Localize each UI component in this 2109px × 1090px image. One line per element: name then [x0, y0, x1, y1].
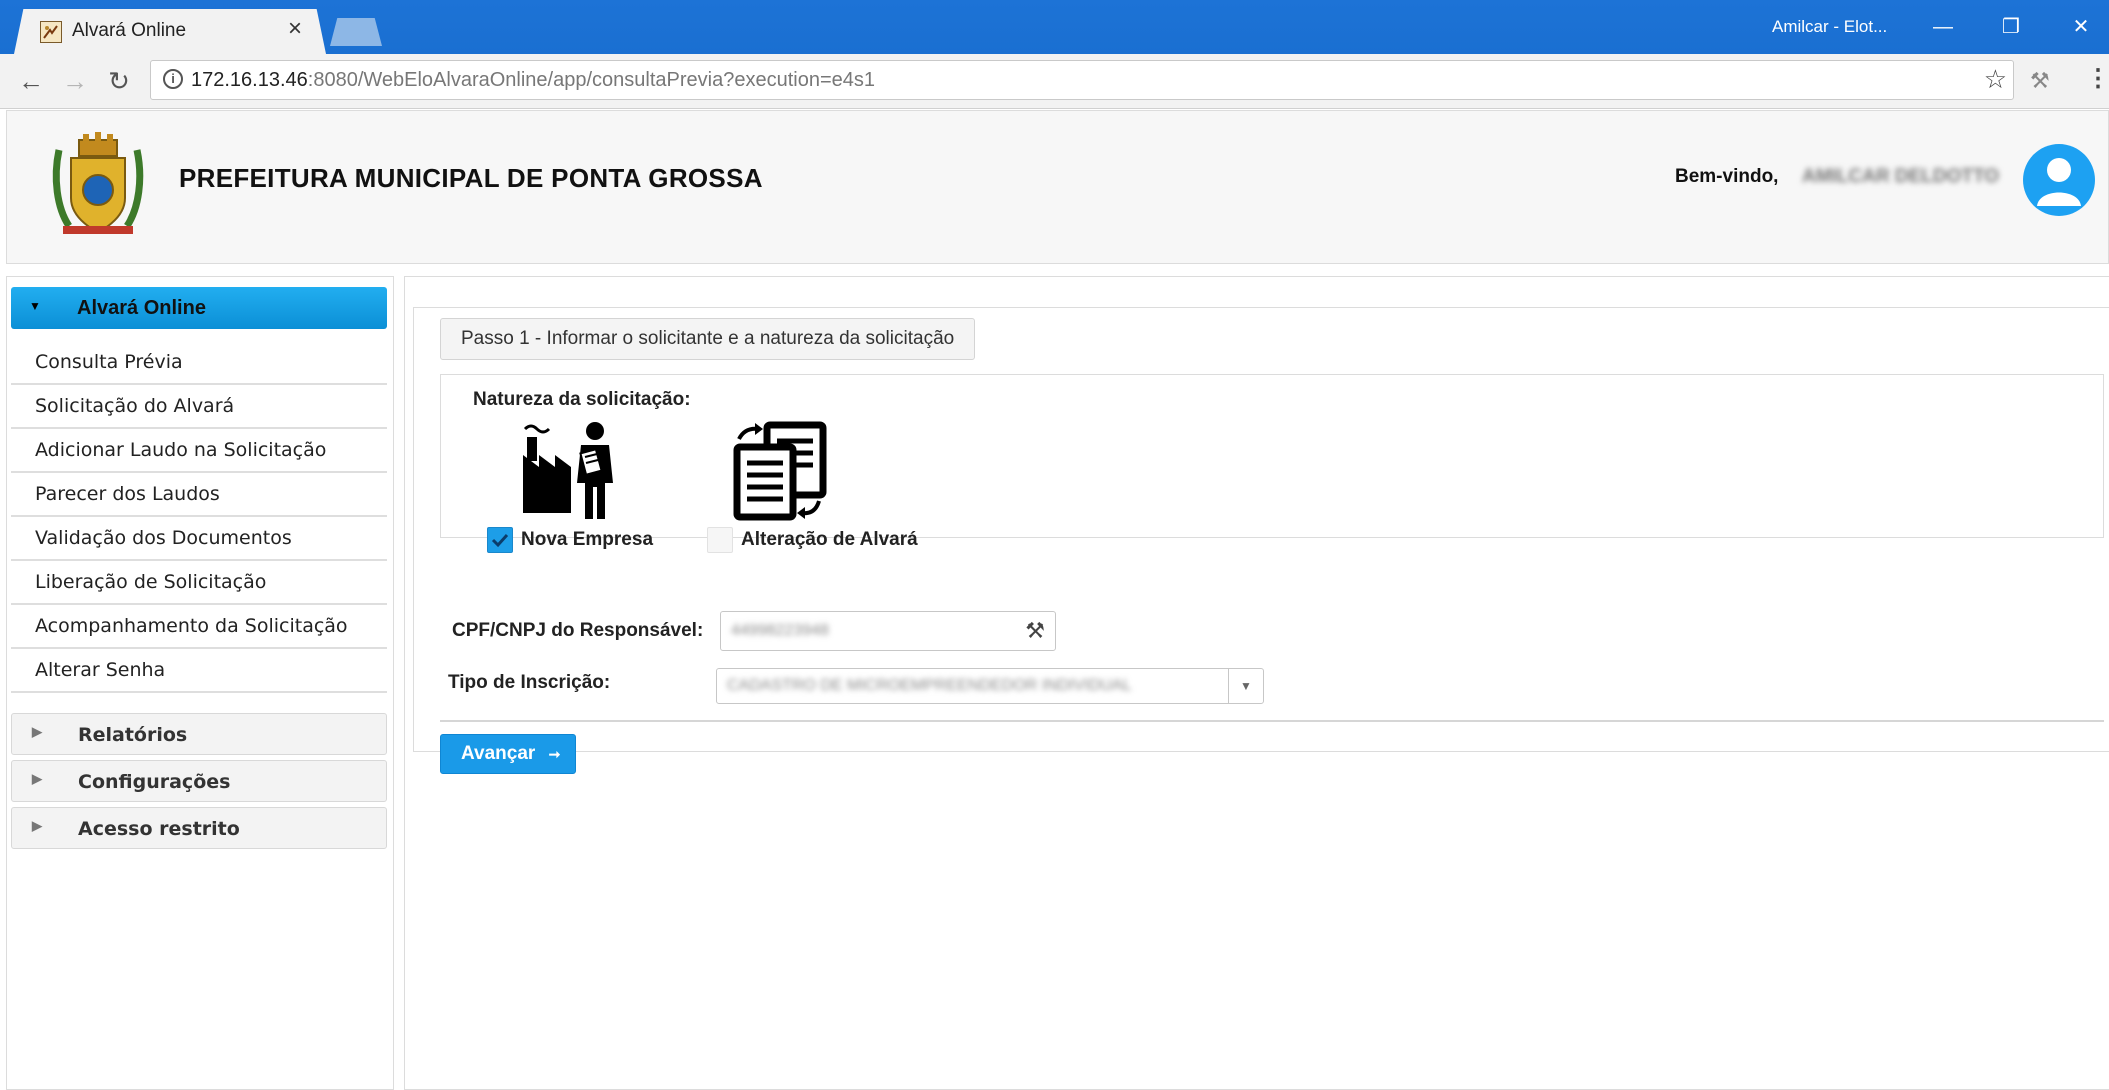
browser-tab[interactable]: Alvará Online × [14, 9, 326, 54]
url-host: 172.16.13.46 [191, 69, 308, 91]
page-header: PREFEITURA MUNICIPAL DE PONTA GROSSA Bem… [6, 110, 2109, 264]
url-text[interactable]: 172.16.13.46:8080/WebEloAlvaraOnline/app… [191, 69, 875, 92]
tab-title: Alvará Online [72, 20, 187, 41]
site-info-icon[interactable]: i [163, 69, 183, 89]
section-configuracoes[interactable]: ▶ Configurações [11, 760, 387, 802]
step-panel: Passo 1 - Informar o solicitante e a nat… [413, 307, 2109, 774]
browser-toolbar: ← → ↻ i 172.16.13.46:8080/WebEloAlvaraOn… [0, 54, 2109, 109]
address-bar[interactable]: i 172.16.13.46:8080/WebEloAlvaraOnline/a… [150, 60, 2014, 100]
menu-item-parecer-laudos[interactable]: Parecer dos Laudos [11, 473, 387, 517]
cpf-cnpj-input[interactable]: 44998223948 ⚒ [720, 611, 1056, 651]
alteracao-alvara-checkbox[interactable] [707, 527, 733, 553]
close-window-button[interactable]: ✕ [2060, 10, 2102, 44]
caret-right-icon: ▶ [32, 771, 42, 786]
section-relatorios[interactable]: ▶ Relatórios [11, 713, 387, 755]
arrow-right-icon: ➞ [548, 746, 561, 762]
input-tool-icon[interactable]: ⚒ [1025, 618, 1045, 644]
tipo-inscricao-select[interactable]: CADASTRO DE MICROEMPREENDEDOR INDIVIDUAL… [716, 668, 1264, 704]
nova-empresa-label[interactable]: Nova Empresa [521, 529, 653, 551]
nova-empresa-checkbox[interactable] [487, 527, 513, 553]
section-alvara-online[interactable]: ▼ Alvará Online [11, 287, 387, 329]
new-tab-button[interactable] [330, 18, 382, 46]
section-label: Acesso restrito [78, 818, 240, 840]
restore-button[interactable]: ❐ [1990, 10, 2032, 44]
sidebar-menu: ▼ Alvará Online Consulta Prévia Solicita… [6, 276, 394, 1090]
menu-item-acompanhamento[interactable]: Acompanhamento da Solicitação [11, 605, 387, 649]
chevron-down-icon[interactable]: ▼ [1228, 669, 1263, 703]
cpf-cnpj-value: 44998223948 [731, 622, 829, 639]
welcome-text: Bem-vindo, [1675, 166, 1779, 187]
user-avatar-icon[interactable] [2023, 144, 2095, 216]
menu-item-liberacao-solicitacao[interactable]: Liberação de Solicitação [11, 561, 387, 605]
alteracao-alvara-label[interactable]: Alteração de Alvará [741, 529, 918, 551]
organization-name: PREFEITURA MUNICIPAL DE PONTA GROSSA [179, 163, 763, 193]
main-content: Passo 1 - Informar o solicitante e a nat… [404, 276, 2109, 1090]
browser-menu-icon[interactable]: ⋮ [2086, 64, 2109, 93]
section-label: Alvará Online [77, 297, 206, 319]
menu-item-validacao-documentos[interactable]: Validação dos Documentos [11, 517, 387, 561]
tipo-inscricao-value: CADASTRO DE MICROEMPREENDEDOR INDIVIDUAL [727, 677, 1132, 694]
tipo-inscricao-label: Tipo de Inscrição: [448, 672, 611, 693]
menu-item-solicitacao-alvara[interactable]: Solicitação do Alvará [11, 385, 387, 429]
reload-icon[interactable]: ↻ [102, 64, 136, 98]
section-label: Configurações [78, 771, 231, 793]
caret-right-icon: ▶ [32, 818, 42, 833]
section-acesso-restrito[interactable]: ▶ Acesso restrito [11, 807, 387, 849]
caret-right-icon: ▶ [32, 724, 42, 739]
back-icon[interactable]: ← [14, 64, 48, 98]
browser-titlebar: Alvará Online × Amilcar - Elot... — ❐ ✕ [0, 0, 2109, 54]
forward-icon[interactable]: → [58, 64, 92, 98]
factory-person-icon[interactable] [521, 421, 617, 521]
menu-item-alterar-senha[interactable]: Alterar Senha [11, 649, 387, 693]
menu-list: Consulta Prévia Solicitação do Alvará Ad… [11, 341, 387, 693]
tab-close-icon[interactable]: × [288, 17, 302, 41]
form-divider [440, 720, 2104, 722]
checkmark-icon [491, 533, 509, 548]
window-profile-name[interactable]: Amilcar - Elot... [1772, 17, 1887, 37]
city-crest-logo [52, 132, 144, 234]
menu-item-adicionar-laudo[interactable]: Adicionar Laudo na Solicitação [11, 429, 387, 473]
extension-icon[interactable]: ⚒ [2030, 68, 2050, 94]
minimize-button[interactable]: — [1922, 10, 1964, 44]
avancar-label: Avançar [461, 743, 536, 764]
cpf-cnpj-label: CPF/CNPJ do Responsável: [452, 620, 704, 641]
url-path: :8080/WebEloAlvaraOnline/app/consultaPre… [307, 69, 876, 91]
section-label: Relatórios [78, 724, 188, 746]
nature-selection-box: Natureza da solicitação: Nova Empresa Al… [440, 374, 2104, 553]
site-favicon-icon [40, 21, 62, 43]
menu-item-consulta-previa[interactable]: Consulta Prévia [11, 341, 387, 385]
documents-exchange-icon[interactable] [731, 421, 827, 521]
step-title: Passo 1 - Informar o solicitante e a nat… [440, 318, 976, 360]
nature-label: Natureza da solicitação: [473, 389, 691, 410]
caret-down-icon: ▼ [29, 299, 41, 313]
avancar-button[interactable]: Avançar ➞ [440, 734, 576, 774]
bookmark-star-icon[interactable]: ☆ [1984, 64, 2007, 95]
user-name: AMILCAR DELDOTTO [1802, 166, 2000, 187]
